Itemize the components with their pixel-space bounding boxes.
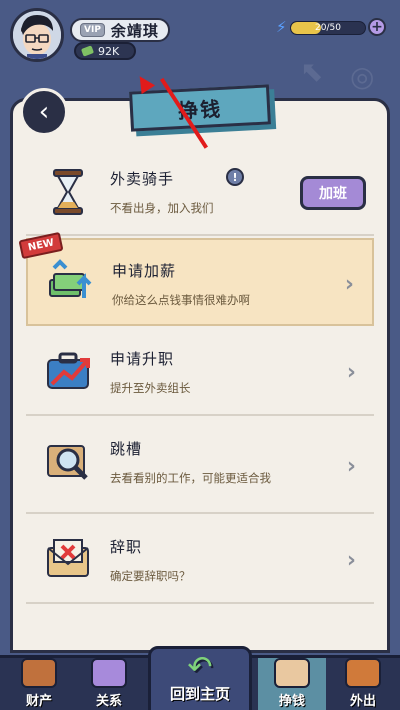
money-stack-icon	[49, 259, 92, 298]
hourglass-icon	[53, 169, 83, 215]
promotion-request-row[interactable]: 申请升职 提升至外卖组长 ›	[26, 328, 374, 416]
magnifier-document-icon	[47, 445, 88, 480]
avatar[interactable]	[10, 8, 64, 62]
raise-request-row[interactable]: NEW 申请加薪 你给这么点钱事情很难办啊 ›	[18, 231, 374, 326]
briefcase-chart-icon	[47, 352, 90, 389]
row-title: 申请升职	[110, 350, 175, 368]
house-icon	[21, 658, 57, 688]
chevron-right-icon: ›	[344, 272, 354, 297]
back-button[interactable]: ‹	[20, 88, 68, 136]
row-desc: 你给这么点钱事情很难办啊	[112, 293, 250, 307]
nav-relations[interactable]: 关系	[76, 658, 142, 710]
row-title: 申请加薪	[112, 262, 177, 280]
energy-meter: ⚡ 20/50 +	[276, 18, 386, 38]
lightning-icon: ⚡	[276, 18, 287, 36]
nav-assets[interactable]: 财产	[6, 658, 72, 710]
page-title: 挣钱	[177, 96, 223, 123]
energy-bar: 20/50	[290, 21, 366, 35]
row-title: 辞职	[110, 538, 143, 556]
energy-text: 20/50	[315, 23, 341, 33]
nav-label: 财产	[25, 694, 52, 709]
chevron-right-icon: ›	[346, 548, 356, 573]
money-display: 92K	[74, 42, 136, 60]
cursor-doodle-icon: ⬉	[300, 55, 324, 88]
title-banner: 挣钱	[129, 84, 271, 132]
chevron-right-icon: ›	[346, 360, 356, 385]
resign-row[interactable]: 辞职 确定要辞职吗？ ›	[26, 516, 374, 604]
bottom-nav: 财产 关系 ↶ 回到主页 挣钱 外出	[0, 646, 400, 710]
nav-label: 外出	[349, 694, 376, 709]
cash-icon	[80, 45, 95, 57]
row-desc: 去看看别的工作，可能更适合我	[110, 471, 271, 485]
player-name-plate[interactable]: VIP 余靖琪	[70, 18, 170, 42]
door-exit-icon	[345, 658, 381, 688]
nav-label: 回到主页	[169, 685, 230, 703]
chevron-left-icon: ‹	[38, 97, 50, 127]
nav-label: 挣钱	[278, 694, 305, 709]
row-desc: 确定要辞职吗？	[110, 569, 191, 583]
player-name: 余靖琪	[110, 21, 159, 40]
job-row: 外卖骑手 ! 不看出身，加入我们 加班	[26, 148, 374, 236]
row-desc: 提升至外卖组长	[110, 381, 191, 395]
add-energy-button[interactable]: +	[368, 18, 386, 36]
vip-badge: VIP	[80, 23, 105, 37]
row-title: 外卖骑手	[110, 170, 175, 188]
info-icon[interactable]: !	[226, 168, 244, 186]
return-arrow-icon: ↶	[187, 650, 213, 685]
row-desc: 不看出身，加入我们	[110, 201, 214, 215]
resignation-letter-icon	[47, 539, 89, 577]
chevron-right-icon: ›	[346, 454, 356, 479]
job-hop-row[interactable]: 跳槽 去看看别的工作，可能更适合我 ›	[26, 418, 374, 514]
money-amount: 92K	[98, 44, 120, 58]
overtime-button[interactable]: 加班	[300, 176, 366, 210]
nav-earn[interactable]: 挣钱	[258, 658, 326, 710]
nav-label: 关系	[95, 694, 122, 709]
nav-outing[interactable]: 外出	[330, 658, 396, 710]
row-title: 跳槽	[110, 440, 143, 458]
planet-doodle-icon: ◎	[350, 60, 375, 93]
address-book-icon	[91, 658, 127, 688]
fist-icon	[274, 658, 310, 688]
player-face-icon	[13, 11, 61, 59]
nav-home[interactable]: ↶ 回到主页	[148, 646, 252, 710]
